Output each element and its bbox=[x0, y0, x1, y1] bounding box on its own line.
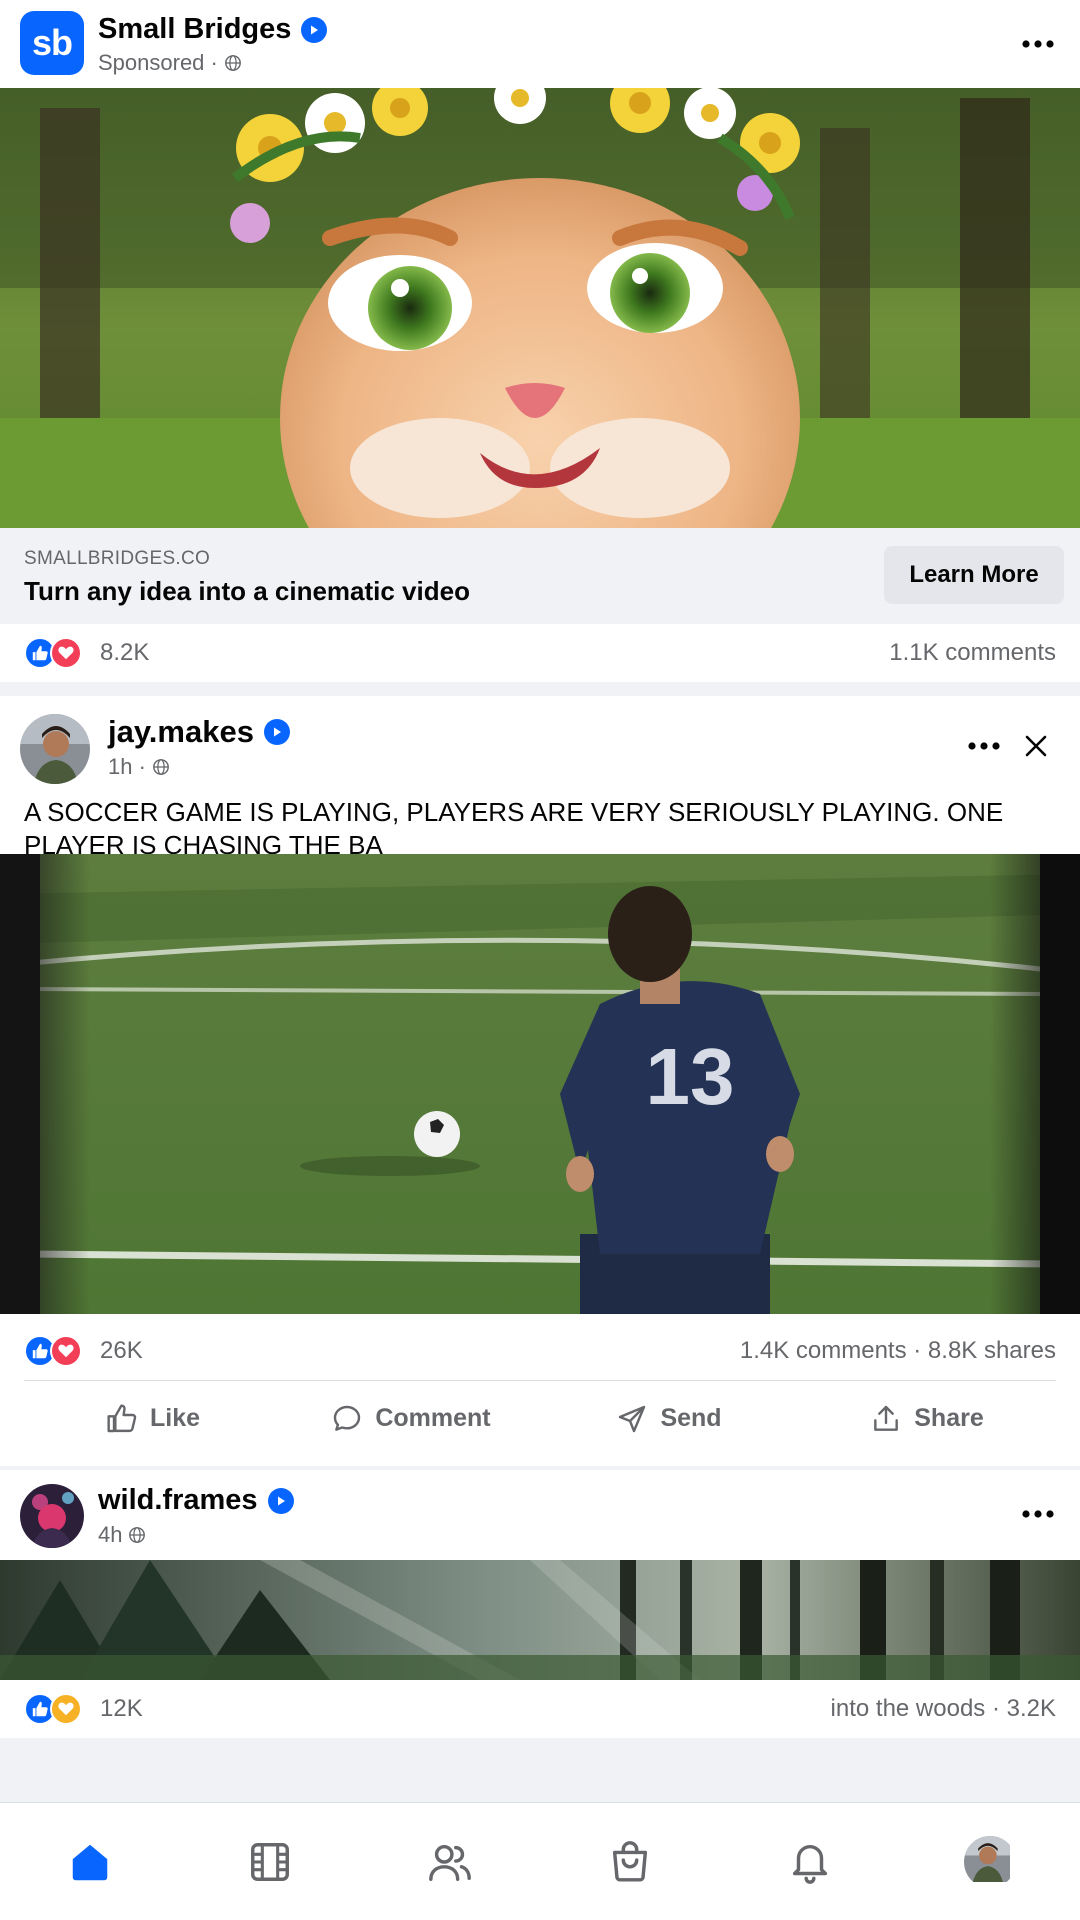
reactions-summary: 8.2K 1.1K comments bbox=[0, 624, 1080, 682]
jersey-number: 13 bbox=[646, 1032, 735, 1121]
reaction-count[interactable]: 8.2K bbox=[100, 639, 149, 667]
nav-notifications[interactable] bbox=[720, 1803, 900, 1920]
reaction-count[interactable]: 26K bbox=[100, 1337, 143, 1365]
globe-icon bbox=[224, 55, 241, 71]
share-button[interactable]: Share bbox=[798, 1381, 1056, 1456]
ad-media-image[interactable] bbox=[0, 88, 1080, 528]
send-button[interactable]: Send bbox=[540, 1381, 798, 1456]
author-label[interactable]: jay.makes bbox=[108, 714, 254, 750]
nav-home[interactable] bbox=[0, 1803, 180, 1920]
care-reaction-icon bbox=[50, 1693, 82, 1725]
marketplace-icon bbox=[612, 1840, 648, 1882]
post-video[interactable]: 13 bbox=[0, 854, 1080, 1314]
author-avatar[interactable] bbox=[20, 1484, 84, 1548]
sponsored-label: Sponsored · bbox=[98, 50, 218, 75]
ad-headline[interactable]: Turn any idea into a cinematic video bbox=[24, 576, 470, 607]
comments-shares-count[interactable]: 1.4K comments · 8.8K shares bbox=[740, 1337, 1056, 1365]
home-icon bbox=[72, 1844, 108, 1880]
author-label[interactable]: wild.frames bbox=[98, 1484, 258, 1517]
post-header: sb Small Bridges Sponsored · bbox=[0, 0, 1080, 88]
ad-domain: SMALLBRIDGES.CO bbox=[24, 548, 211, 569]
comment-button[interactable]: Comment bbox=[282, 1381, 540, 1456]
comment-label: Comment bbox=[375, 1404, 491, 1432]
profile-avatar bbox=[964, 1835, 1016, 1888]
author-avatar[interactable] bbox=[20, 714, 90, 784]
timestamp[interactable]: 4h bbox=[98, 1522, 122, 1548]
post-stats[interactable]: into the woods · 3.2K bbox=[831, 1695, 1056, 1723]
share-label: Share bbox=[914, 1404, 984, 1432]
bottom-navigation bbox=[0, 1802, 1080, 1920]
comments-count[interactable]: 1.1K comments bbox=[889, 639, 1056, 667]
close-icon[interactable] bbox=[1014, 724, 1058, 768]
post-header: jay.makes 1h · bbox=[0, 696, 1080, 792]
news-feed: sb Small Bridges Sponsored · SMALLBRIDGE… bbox=[0, 0, 1080, 1920]
reaction-icons[interactable] bbox=[24, 1693, 82, 1725]
globe-icon bbox=[129, 1527, 146, 1543]
timestamp[interactable]: 1h · bbox=[108, 754, 146, 780]
like-label: Like bbox=[149, 1404, 201, 1432]
friends-icon bbox=[429, 1844, 471, 1881]
learn-more-button[interactable]: Learn More bbox=[884, 546, 1064, 604]
more-options-icon[interactable] bbox=[1018, 30, 1058, 58]
globe-icon bbox=[153, 759, 169, 775]
thumbs-up-icon bbox=[107, 1403, 137, 1432]
verified-badge-icon bbox=[267, 1487, 294, 1514]
author-name[interactable]: wild.frames bbox=[98, 1484, 294, 1517]
post-image-forest[interactable] bbox=[0, 1560, 1080, 1680]
author-name[interactable]: Small Bridges bbox=[98, 13, 328, 46]
verified-badge-icon bbox=[301, 16, 328, 43]
nav-friends[interactable] bbox=[360, 1803, 540, 1920]
post-meta: Sponsored · bbox=[98, 50, 242, 76]
reaction-icons[interactable] bbox=[24, 637, 82, 669]
ad-link-bar[interactable]: SMALLBRIDGES.CO Turn any idea into a cin… bbox=[0, 528, 1080, 624]
share-upload-icon bbox=[874, 1405, 899, 1431]
comment-bubble-icon bbox=[334, 1405, 361, 1431]
love-reaction-icon bbox=[50, 1335, 82, 1367]
reaction-count[interactable]: 12K bbox=[100, 1695, 143, 1723]
post-caption: A SOCCER GAME IS PLAYING, PLAYERS ARE VE… bbox=[24, 797, 1004, 854]
author-label[interactable]: Small Bridges bbox=[98, 13, 291, 46]
brand-avatar[interactable]: sb bbox=[20, 11, 84, 75]
verified-badge-icon bbox=[263, 719, 290, 745]
reactions-summary: 12K into the woods · 3.2K bbox=[0, 1680, 1080, 1738]
feed-post-wild-frames: wild.frames 4h 12K into the woods · 3.2K bbox=[0, 1470, 1080, 1738]
more-options-icon[interactable] bbox=[1018, 1500, 1058, 1528]
post-meta: 1h · bbox=[108, 754, 170, 780]
reaction-icons[interactable] bbox=[24, 1335, 82, 1367]
post-action-bar: Like Comment Send Share bbox=[24, 1380, 1056, 1456]
post-meta: 4h bbox=[98, 1522, 146, 1548]
nav-profile[interactable] bbox=[900, 1803, 1080, 1920]
sponsored-post: sb Small Bridges Sponsored · SMALLBRIDGE… bbox=[0, 0, 1080, 682]
love-reaction-icon bbox=[50, 637, 82, 669]
like-button[interactable]: Like bbox=[24, 1381, 282, 1456]
send-label: Send bbox=[660, 1404, 722, 1432]
send-arrow-icon bbox=[619, 1405, 646, 1432]
more-options-icon[interactable] bbox=[964, 732, 1004, 760]
nav-marketplace[interactable] bbox=[540, 1803, 720, 1920]
notifications-icon bbox=[792, 1844, 828, 1884]
nav-video[interactable] bbox=[180, 1803, 360, 1920]
author-name[interactable]: jay.makes bbox=[108, 714, 290, 750]
reactions-summary: 26K 1.4K comments · 8.8K shares bbox=[0, 1322, 1080, 1380]
post-header: wild.frames 4h bbox=[0, 1470, 1080, 1560]
video-icon bbox=[251, 1842, 289, 1881]
